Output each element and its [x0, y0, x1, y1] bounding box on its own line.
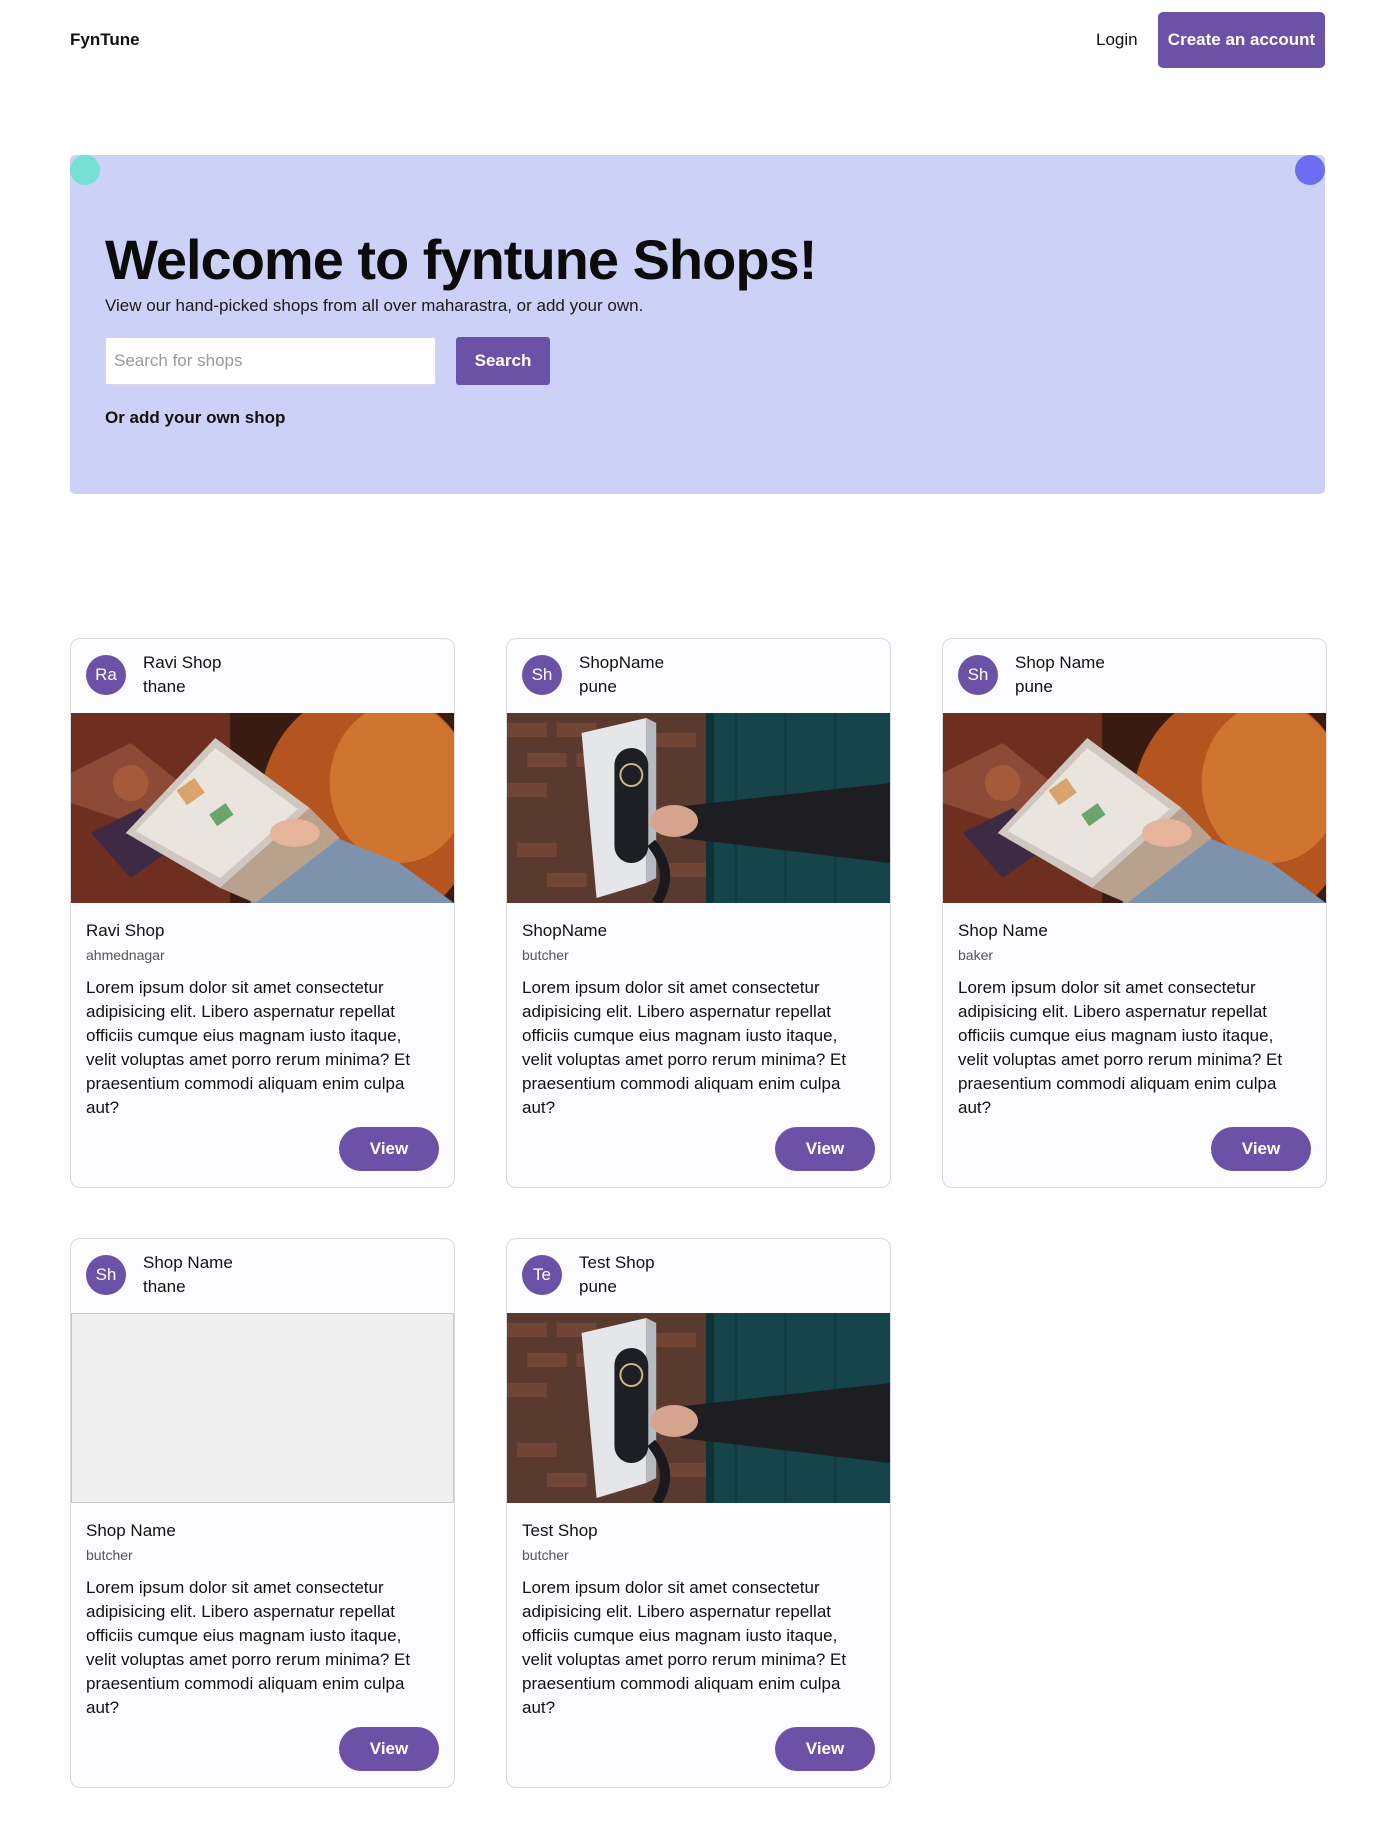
- shop-description: Lorem ipsum dolor sit amet consectetur a…: [86, 978, 411, 1117]
- card-header-city: pune: [1015, 677, 1053, 696]
- decorative-dot-icon: [70, 155, 100, 185]
- avatar: Te: [522, 1255, 562, 1295]
- shop-description: Lorem ipsum dolor sit amet consectetur a…: [958, 978, 1283, 1117]
- shop-category: ahmednagar: [86, 947, 165, 963]
- search-button[interactable]: Search: [456, 337, 550, 385]
- shop-category: baker: [958, 947, 994, 963]
- shop-name: Test Shop: [522, 1521, 598, 1540]
- shop-name: ShopName: [522, 921, 608, 940]
- avatar: Sh: [522, 655, 562, 695]
- card-header: Ra Ravi Shop thane: [71, 639, 454, 713]
- card-header: Sh Shop Name thane: [71, 1239, 454, 1313]
- decorative-dot-icon: [1295, 155, 1325, 185]
- shop-name: Shop Name: [86, 1521, 176, 1540]
- card-header-name: Test Shop: [579, 1253, 655, 1272]
- card-header-name: Ravi Shop: [143, 653, 222, 672]
- card-header-city: pune: [579, 677, 617, 696]
- shop-category: butcher: [86, 1547, 133, 1563]
- shop-description: Lorem ipsum dolor sit amet consectetur a…: [522, 978, 847, 1117]
- hero-banner: Welcome to fyntune Shops! View our hand-…: [70, 155, 1325, 494]
- card-header-city: thane: [143, 1277, 186, 1296]
- shop-image-laptop: [71, 713, 454, 903]
- create-account-button[interactable]: Create an account: [1158, 12, 1325, 68]
- shop-name: Shop Name: [958, 921, 1048, 940]
- shop-image-charger: [507, 713, 890, 903]
- view-button[interactable]: View: [775, 1127, 875, 1171]
- shop-card: Ra Ravi Shop thane Ravi Shop ahmednagar …: [70, 638, 455, 1188]
- shop-card: Sh ShopName pune ShopName butcher Lorem …: [506, 638, 891, 1188]
- top-nav: FynTune Login Create an account: [0, 0, 1390, 80]
- card-header-city: pune: [579, 1277, 617, 1296]
- card-header: Te Test Shop pune: [507, 1239, 890, 1313]
- shop-image-charger: [507, 1313, 890, 1503]
- avatar: Sh: [958, 655, 998, 695]
- shop-description: Lorem ipsum dolor sit amet consectetur a…: [86, 1578, 411, 1717]
- view-button[interactable]: View: [339, 1127, 439, 1171]
- shop-image-laptop: [943, 713, 1326, 903]
- add-shop-link[interactable]: Or add your own shop: [105, 408, 285, 428]
- login-link[interactable]: Login: [1096, 30, 1138, 50]
- avatar: Sh: [86, 1255, 126, 1295]
- card-header-name: Shop Name: [1015, 653, 1105, 672]
- card-header: Sh ShopName pune: [507, 639, 890, 713]
- shop-name: Ravi Shop: [86, 921, 165, 940]
- card-header-name: ShopName: [579, 653, 665, 672]
- shop-description: Lorem ipsum dolor sit amet consectetur a…: [522, 1578, 847, 1717]
- view-button[interactable]: View: [775, 1727, 875, 1771]
- image-placeholder: [71, 1313, 454, 1503]
- view-button[interactable]: View: [339, 1727, 439, 1771]
- shop-category: butcher: [522, 947, 569, 963]
- view-button[interactable]: View: [1211, 1127, 1311, 1171]
- search-input[interactable]: [105, 337, 436, 385]
- card-header-name: Shop Name: [143, 1253, 233, 1272]
- shop-card: Sh Shop Name thane Shop Name butcher Lor…: [70, 1238, 455, 1788]
- shop-card: Sh Shop Name pune Shop Name baker Lorem …: [942, 638, 1327, 1188]
- hero-subtitle: View our hand-picked shops from all over…: [105, 296, 644, 315]
- hero-title: Welcome to fyntune Shops!: [105, 228, 817, 291]
- avatar: Ra: [86, 655, 126, 695]
- shop-card: Te Test Shop pune Test Shop butcher Lore…: [506, 1238, 891, 1788]
- card-header-city: thane: [143, 677, 186, 696]
- brand-logo[interactable]: FynTune: [70, 30, 140, 50]
- card-header: Sh Shop Name pune: [943, 639, 1326, 713]
- shop-category: butcher: [522, 1547, 569, 1563]
